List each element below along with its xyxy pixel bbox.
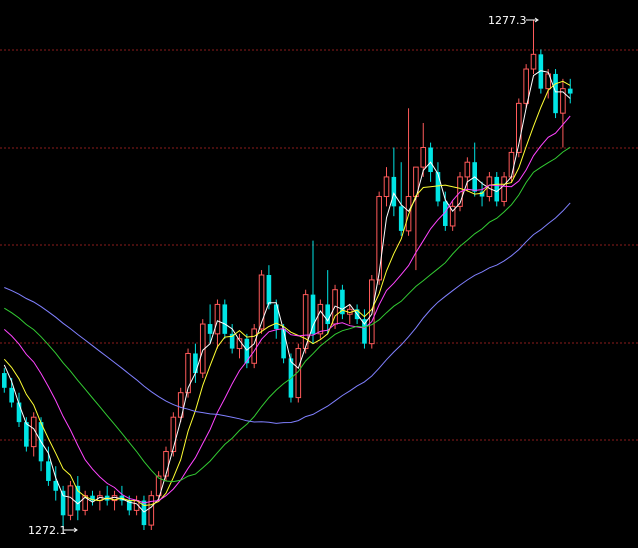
candle-down <box>24 422 29 447</box>
candle-down <box>207 324 213 334</box>
candle-up <box>148 495 155 526</box>
candle-up <box>258 274 265 330</box>
candle-down <box>222 304 228 334</box>
candle-down <box>2 373 7 388</box>
candle-up <box>67 485 74 516</box>
candle-up <box>383 176 390 198</box>
candle-down <box>391 176 397 207</box>
candle-up <box>251 328 257 364</box>
candle-down <box>9 387 14 403</box>
candlestick-chart: 1277.3 1272.1 <box>0 0 638 548</box>
candle-up <box>464 161 471 178</box>
candle-down <box>435 172 441 202</box>
candle-down <box>479 191 485 197</box>
low-price-label: 1272.1 <box>28 524 67 537</box>
candle-up <box>163 451 169 477</box>
candle-up <box>376 196 382 281</box>
candle-down <box>75 485 81 511</box>
high-price-label: 1277.3 <box>488 14 527 27</box>
candle-down <box>494 176 500 202</box>
candle-down <box>310 294 316 334</box>
candle-up <box>530 53 537 70</box>
candle-up <box>501 176 507 202</box>
candle-down <box>428 147 433 173</box>
candle-up <box>214 303 221 335</box>
candle-down <box>266 275 272 305</box>
candle-up <box>508 151 515 178</box>
candle-down <box>193 353 198 374</box>
candle-up <box>302 294 309 350</box>
candle-down <box>567 88 573 94</box>
candle-down <box>362 319 367 344</box>
candle-down <box>398 206 404 231</box>
candle-down <box>281 328 286 359</box>
candle-down <box>46 461 51 481</box>
candle-up <box>523 68 529 104</box>
candle-up <box>420 147 427 168</box>
candle-up <box>317 303 324 335</box>
candle-down <box>553 73 558 114</box>
